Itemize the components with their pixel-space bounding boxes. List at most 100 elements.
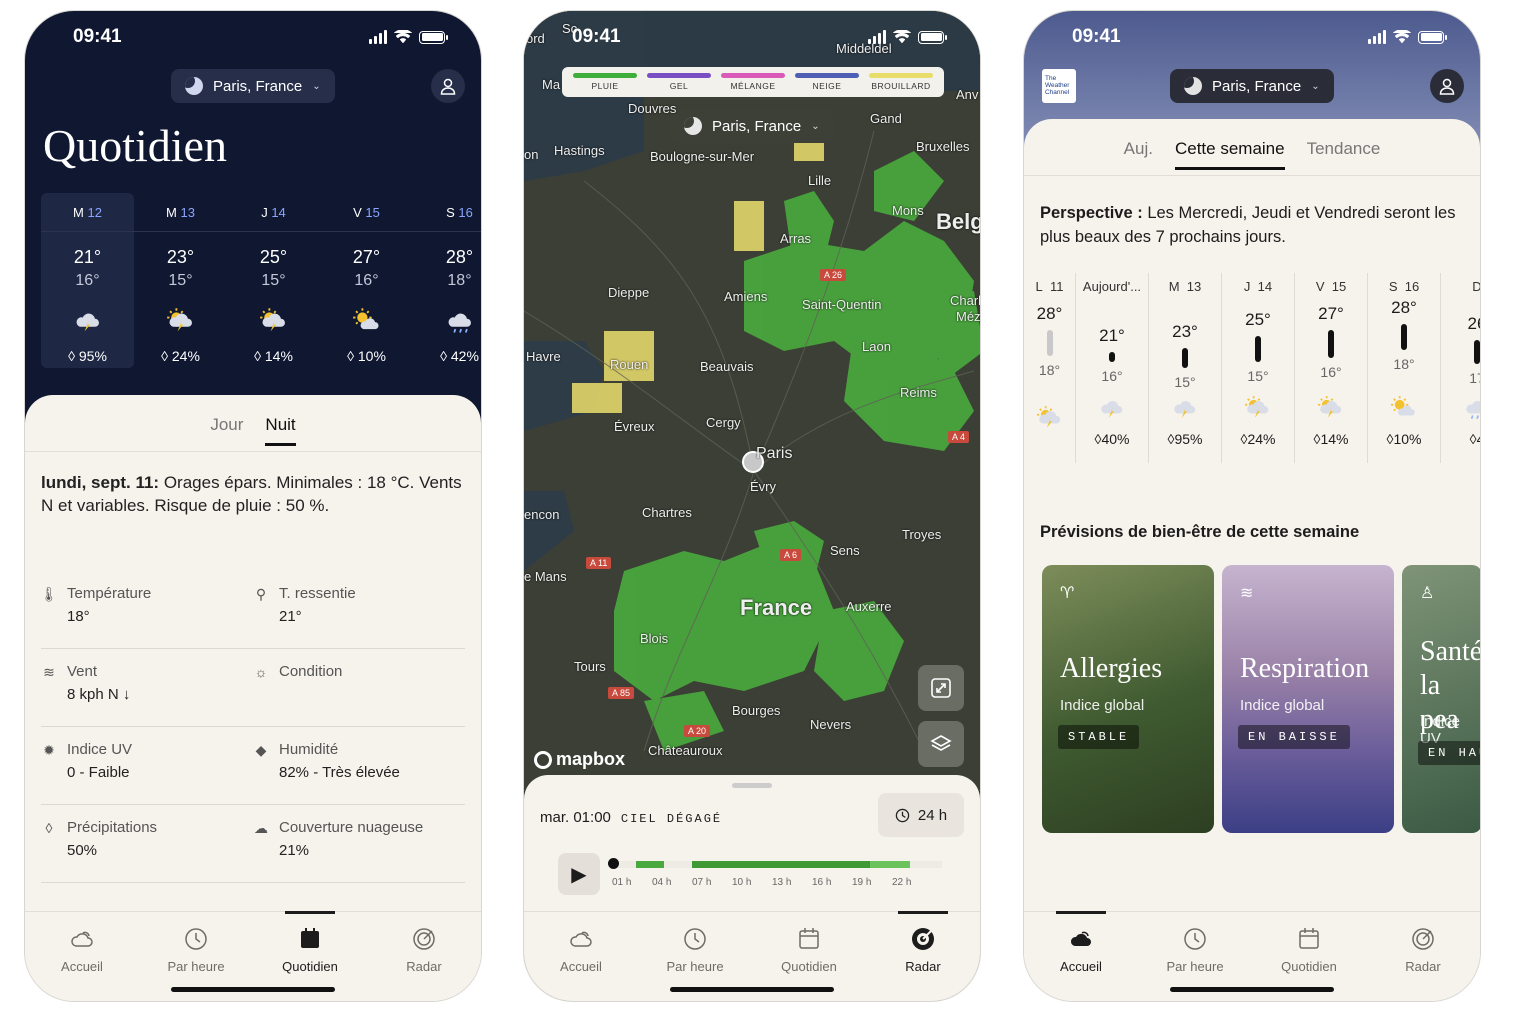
map-city-label: Lille (808, 173, 832, 188)
week-day[interactable]: D 26 17 ◊4 (1441, 273, 1480, 463)
detail-value: 21% (279, 842, 310, 859)
location-selector[interactable]: Paris, France ⌄ (1170, 69, 1334, 103)
map-city-label: Saint-Quentin (802, 297, 882, 312)
tab-cette-semaine[interactable]: Cette semaine (1174, 139, 1285, 170)
chevron-down-icon: ⌄ (811, 120, 820, 132)
night-summary: lundi, sept. 11: Orages épars. Minimales… (41, 471, 465, 517)
week-day[interactable]: Aujourd'... 21° 16° ◊40% (1076, 273, 1149, 463)
week-day[interactable]: L 11 28° 18° (1024, 273, 1076, 463)
moon-icon (684, 117, 702, 135)
day-label: S 16 (1388, 279, 1420, 294)
day-label: M 13 (166, 205, 195, 220)
detail-label: Température (67, 585, 152, 602)
location-selector[interactable]: Paris, France ⌄ (171, 69, 335, 103)
detail-label: Couverture nuageuse (279, 819, 424, 836)
day-label: M 12 (73, 205, 102, 220)
location-selector[interactable]: Paris, France ⌄ (670, 109, 834, 143)
home-indicator (171, 987, 335, 992)
profile-button[interactable] (1430, 69, 1464, 103)
timeline-tick: 04 h (652, 877, 672, 888)
thunderstorm-icon (1098, 393, 1126, 423)
temp-range-bar (1255, 336, 1261, 362)
legend-swatch (721, 73, 785, 78)
week-day[interactable]: M 13 23° 15° ◊95% (1149, 273, 1222, 463)
precip-value: 95% (1174, 431, 1203, 447)
tab-radar[interactable]: Radar (866, 911, 980, 1001)
layers-button[interactable] (918, 721, 964, 767)
day-column[interactable]: J 14 25° 15° ◊ 14% (227, 193, 320, 368)
tab-jour[interactable]: Jour (210, 415, 243, 446)
wind-icon: ≋ (1240, 585, 1254, 602)
detail-label: Vent (67, 663, 98, 680)
map-city-label: Gand (870, 111, 902, 126)
day-low: 18° (1038, 362, 1061, 378)
sun-cloud-icon (1390, 393, 1418, 423)
week-day[interactable]: S 16 28° 18° ◊10% (1368, 273, 1441, 463)
range-button[interactable]: 24 h (878, 793, 964, 837)
tab-radar[interactable]: Radar (1366, 912, 1480, 1001)
current-time: mar. 01:00 (540, 809, 611, 826)
day-high: 26 (1467, 314, 1480, 333)
chevron-down-icon: ⌄ (312, 80, 321, 92)
drop-icon: ◊ (1469, 431, 1477, 447)
detail-cell: ☼ Condition (253, 649, 465, 726)
thunderstorm-icon (73, 302, 103, 340)
wellness-card[interactable]: ♙Santé la peaIndice UVEN HAU (1402, 565, 1480, 833)
tab-radar[interactable]: Radar (367, 912, 481, 1001)
week-strip[interactable]: L 11 28° 18° Aujourd'... 21° 16° ◊40% M 13 23° 15… (1024, 273, 1480, 463)
divider (320, 231, 413, 232)
legend-swatch (573, 73, 637, 78)
precip-value: 24% (1247, 431, 1276, 447)
drop-icon: ◊ (440, 348, 447, 364)
day-column[interactable]: S 16 28° 18° ◊ 42% (413, 193, 481, 368)
moon-icon (185, 77, 203, 95)
tab-auj[interactable]: Auj. (1124, 139, 1153, 170)
wellness-card[interactable]: ♈︎ Allergies Indice global STABLE (1042, 565, 1214, 833)
day-label: S 16 (446, 205, 473, 220)
map-city-label: Auxerre (846, 599, 892, 614)
tab-accueil[interactable]: Accueil (524, 912, 638, 1001)
precip-value: 40% (1101, 431, 1130, 447)
profile-button[interactable] (431, 69, 465, 103)
week-day[interactable]: J 14 25° 15° ◊24% (1222, 273, 1295, 463)
day-precip: ◊40% (1095, 431, 1130, 447)
timeline-slider[interactable]: 01 h 04 h 07 h 10 h 13 h 16 h 19 h 22 h (608, 858, 942, 888)
detail-value: 82% - Très élevée (279, 764, 400, 781)
signal-icon (369, 30, 387, 44)
fullscreen-button[interactable] (918, 665, 964, 711)
day-number: 16 (458, 205, 473, 220)
radar-icon (912, 928, 934, 950)
weather-channel-logo[interactable]: The Weather Channel (1042, 69, 1076, 103)
wellness-card[interactable]: ≋ Respiration Indice global EN BAISSE (1222, 565, 1394, 833)
legend-label: PLUIE (591, 81, 619, 91)
wellness-title: Prévisions de bien-être de cette semaine (1040, 523, 1360, 541)
timeline-thumb[interactable] (608, 858, 619, 869)
calendar-icon (799, 928, 819, 949)
map-city-label: Bourges (732, 703, 781, 718)
tab-tendance[interactable]: Tendance (1307, 139, 1381, 170)
user-icon (1439, 78, 1455, 95)
legend-item: GEL (647, 73, 711, 91)
tab-accueil[interactable]: Accueil (25, 912, 139, 1001)
status-bar: 09:41 (25, 11, 481, 63)
divider (134, 231, 227, 232)
person-icon: ♙ (1420, 585, 1435, 602)
tab-accueil[interactable]: Accueil (1024, 911, 1138, 1001)
day-column[interactable]: M 13 23° 15° ◊ 24% (134, 193, 227, 368)
radar-map[interactable]: 09:41 PLUIE GEL MÉLANGE NEIGE BROUILLARD Par… (524, 11, 980, 791)
tab-nuit[interactable]: Nuit (265, 415, 296, 446)
map-city-label: Havre (526, 349, 561, 364)
day-column[interactable]: V 15 27° 16° ◊ 10% (320, 193, 413, 368)
drag-handle[interactable] (732, 783, 772, 788)
week-day[interactable]: V 15 27° 16° ◊14% (1295, 273, 1368, 463)
detail-label: Indice UV (67, 741, 133, 758)
day-high: 21° (73, 247, 102, 267)
day-column[interactable]: M 12 21° 16° ◊ 95% (41, 193, 134, 368)
condition-icon: ☼ (254, 664, 268, 680)
divider (41, 231, 134, 232)
day-precip: ◊4 (1469, 431, 1480, 447)
play-button[interactable]: ▶ (558, 853, 600, 895)
road-label: A 20 (684, 725, 711, 737)
status-time: 09:41 (572, 26, 621, 47)
precip-value: 10% (1393, 431, 1422, 447)
